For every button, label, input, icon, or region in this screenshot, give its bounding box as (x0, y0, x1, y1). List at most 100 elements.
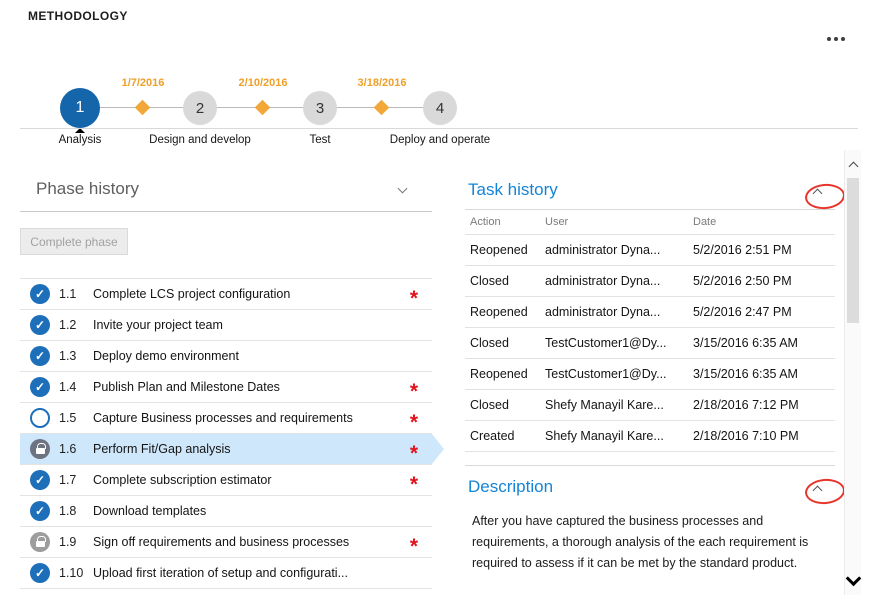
task-row[interactable]: 1.1 Complete LCS project configuration (20, 279, 432, 310)
task-number: 1.1 (59, 287, 93, 301)
task-row[interactable]: 1.7 Complete subscription estimator (20, 465, 432, 496)
task-title: Upload first iteration of setup and conf… (93, 566, 404, 580)
history-table-body: Reopened administrator Dyna... 5/2/2016 … (465, 235, 835, 452)
task-row[interactable]: 1.6 Perform Fit/Gap analysis (20, 434, 432, 465)
task-number: 1.3 (59, 349, 93, 363)
required-asterisk-icon (404, 372, 424, 403)
phase-step-4[interactable]: 4 (423, 91, 457, 125)
history-date: 3/15/2016 6:35 AM (693, 336, 835, 350)
task-row[interactable]: 1.9 Sign off requirements and business p… (20, 527, 432, 558)
task-status-icon[interactable] (30, 501, 50, 521)
task-number: 1.7 (59, 473, 93, 487)
chevron-down-icon (845, 571, 861, 587)
task-number: 1.6 (59, 442, 93, 456)
vertical-scrollbar[interactable] (844, 150, 861, 595)
milestone-diamond-icon (255, 100, 271, 116)
task-number: 1.8 (59, 504, 93, 518)
phase-step-3[interactable]: 3 (303, 91, 337, 125)
history-action: Closed (465, 398, 545, 412)
page-title: METHODOLOGY (28, 9, 128, 23)
history-user: TestCustomer1@Dy... (545, 367, 693, 381)
history-user: administrator Dyna... (545, 305, 693, 319)
task-row[interactable]: 1.2 Invite your project team (20, 310, 432, 341)
task-status-icon[interactable] (30, 439, 50, 459)
history-action: Closed (465, 274, 545, 288)
task-row[interactable]: 1.10 Upload first iteration of setup and… (20, 558, 432, 589)
milestone-diamond-icon (374, 100, 390, 116)
history-row: Reopened administrator Dyna... 5/2/2016 … (465, 235, 835, 266)
required-asterisk-icon (404, 465, 424, 496)
chevron-up-icon (848, 162, 858, 172)
history-date: 3/15/2016 6:35 AM (693, 367, 835, 381)
task-row[interactable]: 1.4 Publish Plan and Milestone Dates (20, 372, 432, 403)
phase-label-deploy: Deploy and operate (370, 134, 510, 146)
history-date: 2/18/2016 7:10 PM (693, 429, 835, 443)
history-row: Closed Shefy Manayil Kare... 2/18/2016 7… (465, 390, 835, 421)
task-number: 1.4 (59, 380, 93, 394)
phase-label-design: Design and develop (130, 134, 270, 146)
divider (20, 128, 858, 129)
phase-panel: Phase history Complete phase 1.1 Complet… (20, 168, 432, 589)
task-status-icon[interactable] (30, 315, 50, 335)
phase-history-label: Phase history (36, 179, 139, 199)
phase-step-1[interactable]: 1 (60, 88, 100, 128)
history-action: Reopened (465, 305, 545, 319)
task-detail-panel: Task history Action User Date Reopened a… (465, 178, 835, 574)
required-asterisk-icon (404, 527, 424, 558)
divider (465, 465, 835, 466)
task-row[interactable]: 1.8 Download templates (20, 496, 432, 527)
task-title: Publish Plan and Milestone Dates (93, 380, 404, 394)
history-date: 5/2/2016 2:47 PM (693, 305, 835, 319)
methodology-page: METHODOLOGY 1/7/2016 2/10/2016 3/18/2016… (0, 0, 878, 610)
history-row: Reopened administrator Dyna... 5/2/2016 … (465, 297, 835, 328)
milestone-date-1: 1/7/2016 (98, 77, 188, 89)
task-title: Perform Fit/Gap analysis (93, 442, 404, 456)
task-row[interactable]: 1.3 Deploy demo environment (20, 341, 432, 372)
task-status-icon[interactable] (30, 563, 50, 583)
required-asterisk-icon (404, 434, 424, 465)
description-text: After you have captured the business pro… (472, 511, 830, 574)
phase-number: 2 (196, 100, 204, 117)
milestone-date-2: 2/10/2016 (218, 77, 308, 89)
task-status-icon[interactable] (30, 346, 50, 366)
history-row: Created Shefy Manayil Kare... 2/18/2016 … (465, 421, 835, 452)
phase-number: 3 (316, 100, 324, 117)
task-row[interactable]: 1.5 Capture Business processes and requi… (20, 403, 432, 434)
task-title: Complete subscription estimator (93, 473, 404, 487)
task-title: Deploy demo environment (93, 349, 404, 363)
history-date: 5/2/2016 2:51 PM (693, 243, 835, 257)
task-title: Sign off requirements and business proce… (93, 535, 404, 549)
task-status-icon[interactable] (30, 377, 50, 397)
history-user: administrator Dyna... (545, 274, 693, 288)
history-row: Closed administrator Dyna... 5/2/2016 2:… (465, 266, 835, 297)
history-user: administrator Dyna... (545, 243, 693, 257)
task-status-icon[interactable] (30, 470, 50, 490)
history-user: Shefy Manayil Kare... (545, 429, 693, 443)
phase-number: 4 (436, 100, 444, 117)
task-status-icon[interactable] (30, 284, 50, 304)
phase-step-2[interactable]: 2 (183, 91, 217, 125)
column-date: Date (693, 216, 835, 228)
complete-phase-button[interactable]: Complete phase (20, 228, 128, 255)
required-asterisk-icon (404, 279, 424, 310)
milestone-date-3: 3/18/2016 (337, 77, 427, 89)
phase-number: 1 (76, 99, 85, 117)
task-status-icon[interactable] (30, 408, 50, 428)
task-number: 1.2 (59, 318, 93, 332)
milestone-diamond-icon (135, 100, 151, 116)
task-title: Invite your project team (93, 318, 404, 332)
history-row: Closed TestCustomer1@Dy... 3/15/2016 6:3… (465, 328, 835, 359)
task-number: 1.5 (59, 411, 93, 425)
scrollbar-thumb[interactable] (847, 178, 859, 323)
scroll-up-button[interactable] (845, 156, 861, 173)
task-status-icon[interactable] (30, 532, 50, 552)
phase-history-dropdown[interactable]: Phase history (20, 168, 432, 212)
task-title: Capture Business processes and requireme… (93, 411, 404, 425)
column-user: User (545, 216, 693, 228)
task-number: 1.9 (59, 535, 93, 549)
history-action: Created (465, 429, 545, 443)
history-action: Closed (465, 336, 545, 350)
task-history-title: Task history (468, 180, 558, 200)
task-title: Complete LCS project configuration (93, 287, 404, 301)
scroll-down-button[interactable] (845, 572, 861, 589)
